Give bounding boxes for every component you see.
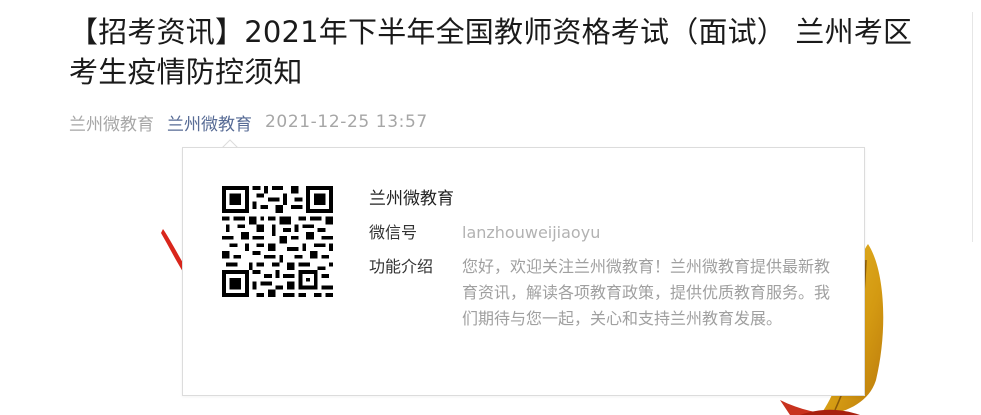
article-meta: 兰州微教育 兰州微教育 2021-12-25 13:57 [69, 108, 428, 136]
intro-label: 功能介绍 [369, 257, 434, 276]
wechat-id-label: 微信号 [369, 223, 418, 242]
profile-account-name: 兰州微教育 [369, 189, 454, 209]
article-title: 【招考资讯】2021年下半年全国教师资格考试（面试） 兰州考区考生疫情防控须知 [69, 15, 913, 89]
intro-text: 您好，欢迎关注兰州微教育！兰州微教育提供最新教育资讯，解读各项教育政策，提供优质… [462, 257, 831, 328]
account-name-link[interactable]: 兰州微教育 [167, 110, 252, 135]
qr-code-image[interactable] [222, 186, 333, 297]
sidebar-divider [972, 12, 973, 242]
wechat-id-value: lanzhouweijiaoyu [462, 223, 601, 242]
wechat-id-row: 微信号 lanzhouweijiaoyu [369, 220, 839, 246]
article-author: 兰州微教育 [69, 114, 154, 135]
intro-row: 功能介绍 您好，欢迎关注兰州微教育！兰州微教育提供最新教育资讯，解读各项教育政策… [369, 254, 839, 332]
account-profile-info: 兰州微教育 微信号 lanzhouweijiaoyu 功能介绍 您好，欢迎关注兰… [369, 186, 839, 332]
publish-time: 2021-12-25 13:57 [265, 112, 428, 132]
